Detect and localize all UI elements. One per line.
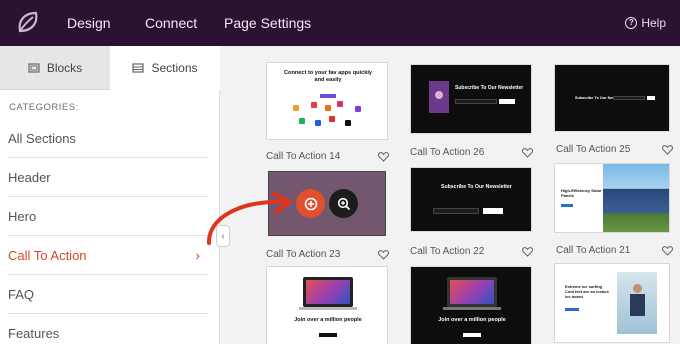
card-input (613, 96, 645, 100)
card-title: High-Efficiency Solar Panels (561, 188, 602, 198)
card-button (320, 94, 336, 98)
category-label: Hero (8, 208, 37, 224)
category-features[interactable]: Features (8, 314, 208, 344)
laptop-base (443, 307, 501, 310)
annotation-arrow-icon (206, 192, 292, 245)
card-title: Connect to your fav apps quickly and eas… (284, 70, 372, 83)
heart-icon[interactable] (522, 148, 533, 158)
card-input (455, 99, 497, 104)
zoom-in-icon (337, 197, 350, 210)
help-button[interactable]: ? Help (625, 16, 666, 30)
help-label: Help (641, 16, 666, 30)
card-button (483, 208, 503, 214)
category-label: Features (8, 325, 60, 341)
card-label-cta-14: Call To Action 14 (266, 151, 341, 162)
section-card-row3-left[interactable]: Join over a million people (266, 266, 388, 344)
nav-connect[interactable]: Connect (145, 15, 197, 31)
card-title: Extreme ice surfing Cold feet are an ice… (565, 284, 609, 299)
sidebar-tabs: Blocks Sections (0, 46, 220, 90)
card-label-cta-22: Call To Action 22 (410, 246, 485, 257)
card-label-cta-21: Call To Action 21 (556, 245, 631, 256)
card-title: Join over a million people (438, 317, 506, 323)
heart-icon[interactable] (378, 152, 389, 162)
section-card-row3-mid[interactable]: Join over a million people (410, 266, 532, 344)
laptop-image (447, 277, 497, 307)
heart-icon[interactable] (378, 250, 389, 260)
card-button (499, 99, 515, 104)
section-card-cta-14[interactable]: Connect to your fav apps quickly and eas… (266, 62, 388, 140)
category-label: FAQ (8, 286, 35, 302)
plus-circle-icon (304, 197, 317, 210)
card-button (565, 308, 579, 311)
add-section-button[interactable] (296, 189, 325, 218)
category-header[interactable]: Header (8, 158, 208, 197)
section-card-cta-25[interactable]: Subscribe To Our Newsletter (554, 64, 670, 132)
category-list: All Sections Header Hero Call To Action … (0, 119, 220, 344)
category-all-sections[interactable]: All Sections (8, 119, 208, 158)
sections-icon (132, 63, 145, 73)
categories-heading: CATEGORIES: (9, 102, 79, 113)
sidebar: Blocks Sections CATEGORIES: All Sections… (0, 46, 220, 344)
blocks-icon (28, 62, 40, 73)
category-label: All Sections (8, 130, 76, 146)
card-button (319, 333, 337, 337)
card-label-cta-25: Call To Action 25 (556, 144, 631, 155)
tab-blocks-label: Blocks (46, 60, 83, 75)
heart-icon[interactable] (522, 247, 533, 257)
section-card-cta-26[interactable]: Subscribe To Our Newsletter (410, 64, 532, 134)
top-bar: Design Connect Page Settings ? Help (0, 0, 680, 46)
category-label: Header (8, 169, 51, 185)
card-input (433, 208, 479, 214)
card-title: Subscribe To Our Newsletter (441, 184, 512, 190)
category-faq[interactable]: FAQ (8, 275, 208, 314)
seedprod-logo-icon[interactable] (14, 9, 44, 37)
card-image (429, 81, 449, 113)
category-call-to-action[interactable]: Call To Action › (8, 236, 208, 275)
nav-design[interactable]: Design (67, 15, 111, 31)
card-label-cta-23: Call To Action 23 (266, 249, 341, 260)
tab-blocks[interactable]: Blocks (0, 46, 110, 90)
nav-page-settings[interactable]: Page Settings (224, 15, 311, 31)
surfer-image (617, 272, 657, 334)
card-button (463, 333, 481, 337)
card-title: Subscribe To Our Newsletter (455, 85, 524, 91)
card-label-cta-26: Call To Action 26 (410, 147, 485, 158)
section-card-cta-21[interactable]: High-Efficiency Solar Panels (554, 163, 670, 233)
section-card-cta-22[interactable]: Subscribe To Our Newsletter (410, 167, 532, 232)
heart-icon[interactable] (662, 145, 673, 155)
laptop-base (299, 307, 357, 310)
heart-icon[interactable] (662, 246, 673, 256)
question-circle-icon: ? (625, 17, 638, 29)
laptop-image (303, 277, 353, 307)
card-title: Join over a million people (294, 317, 362, 323)
solar-panel-image (603, 164, 669, 232)
category-label: Call To Action (8, 247, 87, 263)
preview-section-button[interactable] (329, 189, 358, 218)
card-button (647, 96, 655, 100)
tab-sections-label: Sections (151, 61, 198, 75)
tab-sections[interactable]: Sections (110, 46, 220, 90)
section-card-row3-right[interactable]: Extreme ice surfing Cold feet are an ice… (554, 263, 670, 343)
category-hero[interactable]: Hero (8, 197, 208, 236)
card-button (561, 204, 573, 207)
